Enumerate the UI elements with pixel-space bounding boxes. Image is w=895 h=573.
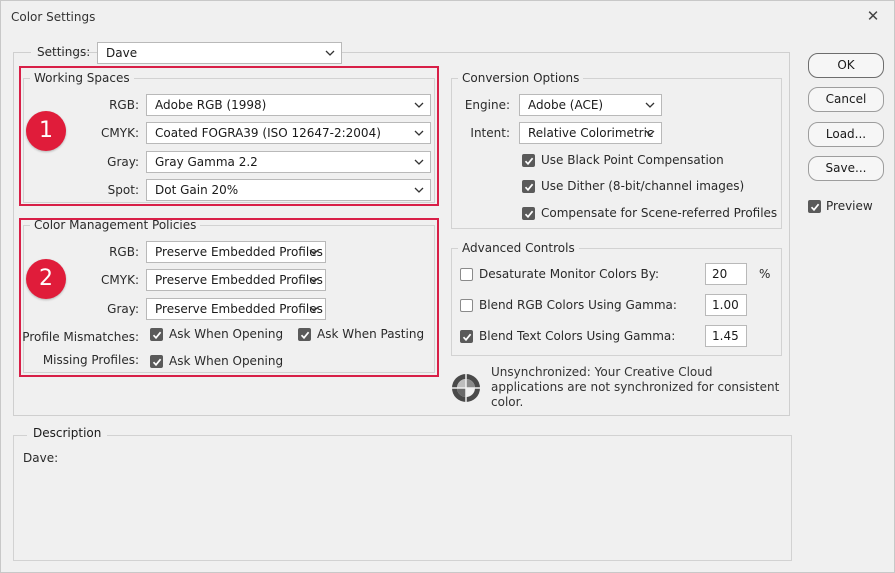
black-point-label: Use Black Point Compensation <box>541 153 724 167</box>
policy-rgb-label: RGB: <box>109 245 139 259</box>
ok-button[interactable]: OK <box>808 53 884 78</box>
description-frame <box>13 435 792 561</box>
preview-label: Preview <box>826 199 873 213</box>
chevron-down-icon <box>414 152 424 172</box>
policy-rgb-value: Preserve Embedded Profiles <box>155 245 323 259</box>
chevron-down-icon <box>309 270 319 290</box>
settings-select[interactable]: Dave <box>97 42 342 64</box>
settings-label: Settings: <box>37 45 91 59</box>
ws-cmyk-label: CMYK: <box>101 126 139 140</box>
close-icon[interactable]: ✕ <box>862 5 884 27</box>
missing-profiles-label: Missing Profiles: <box>42 353 139 367</box>
ask-pasting-checkbox[interactable] <box>298 328 311 341</box>
policy-rgb-select[interactable]: Preserve Embedded Profiles <box>146 241 326 263</box>
save-button[interactable]: Save... <box>808 156 884 181</box>
description-text: Dave: <box>23 451 59 465</box>
ws-rgb-select[interactable]: Adobe RGB (1998) <box>146 94 431 116</box>
black-point-checkbox[interactable] <box>522 154 535 167</box>
dither-checkbox[interactable] <box>522 180 535 193</box>
preview-checkbox[interactable] <box>808 200 821 213</box>
desaturate-input[interactable]: 20 <box>705 263 747 285</box>
chevron-down-icon <box>414 95 424 115</box>
desaturate-label: Desaturate Monitor Colors By: <box>479 267 660 281</box>
engine-label: Engine: <box>464 98 510 112</box>
ws-spot-label: Spot: <box>107 183 139 197</box>
sync-status-text: Unsynchronized: Your Creative Cloud appl… <box>491 365 780 409</box>
chevron-down-icon <box>325 43 335 63</box>
window-title: Color Settings <box>11 10 96 24</box>
dither-label: Use Dither (8-bit/channel images) <box>541 179 745 193</box>
chevron-down-icon <box>309 242 319 262</box>
chevron-down-icon <box>645 123 655 143</box>
blend-rgb-input[interactable]: 1.00 <box>705 294 747 316</box>
scene-referred-checkbox[interactable] <box>522 207 535 220</box>
cancel-button[interactable]: Cancel <box>808 87 884 112</box>
color-settings-dialog: Color Settings ✕ Settings: Dave Working … <box>0 0 895 573</box>
blend-rgb-checkbox[interactable] <box>460 299 473 312</box>
policy-cmyk-label: CMYK: <box>101 273 139 287</box>
ws-spot-value: Dot Gain 20% <box>155 183 239 197</box>
missing-ask-opening-checkbox[interactable] <box>150 355 163 368</box>
ws-gray-value: Gray Gamma 2.2 <box>155 155 258 169</box>
policy-cmyk-value: Preserve Embedded Profiles <box>155 273 323 287</box>
policy-gray-value: Preserve Embedded Profiles <box>155 302 323 316</box>
policy-gray-select[interactable]: Preserve Embedded Profiles <box>146 298 326 320</box>
blend-text-label: Blend Text Colors Using Gamma: <box>479 329 676 343</box>
settings-row: Settings: <box>31 42 90 64</box>
intent-value: Relative Colorimetric <box>528 126 654 140</box>
desaturate-unit: % <box>759 267 771 281</box>
chevron-down-icon <box>414 180 424 200</box>
ask-opening-checkbox[interactable] <box>150 328 163 341</box>
ws-cmyk-value: Coated FOGRA39 (ISO 12647-2:2004) <box>155 126 381 140</box>
advanced-controls-legend: Advanced Controls <box>462 241 575 255</box>
chevron-down-icon <box>309 299 319 319</box>
ws-gray-label: Gray: <box>107 155 139 169</box>
policy-gray-label: Gray: <box>107 302 139 316</box>
blend-rgb-label: Blend RGB Colors Using Gamma: <box>479 298 677 312</box>
policy-cmyk-select[interactable]: Preserve Embedded Profiles <box>146 269 326 291</box>
ask-pasting-label: Ask When Pasting <box>317 327 425 341</box>
color-sync-icon <box>450 372 482 404</box>
blend-text-checkbox[interactable] <box>460 330 473 343</box>
settings-value: Dave <box>106 46 138 60</box>
ws-cmyk-select[interactable]: Coated FOGRA39 (ISO 12647-2:2004) <box>146 122 431 144</box>
callout-badge-2: 2 <box>26 259 66 299</box>
ws-spot-select[interactable]: Dot Gain 20% <box>146 179 431 201</box>
engine-value: Adobe (ACE) <box>528 98 604 112</box>
load-button[interactable]: Load... <box>808 122 884 147</box>
blend-text-input[interactable]: 1.45 <box>705 325 747 347</box>
desaturate-checkbox[interactable] <box>460 268 473 281</box>
callout-badge-1: 1 <box>26 111 66 151</box>
missing-ask-opening-label: Ask When Opening <box>169 354 284 368</box>
intent-label: Intent: <box>470 126 510 140</box>
ws-rgb-value: Adobe RGB (1998) <box>155 98 267 112</box>
chevron-down-icon <box>414 123 424 143</box>
description-legend: Description <box>27 426 108 440</box>
ask-opening-label: Ask When Opening <box>169 327 284 341</box>
ws-rgb-label: RGB: <box>109 98 139 112</box>
conversion-options-legend: Conversion Options <box>462 71 580 85</box>
title-bar: Color Settings ✕ <box>1 1 894 33</box>
profile-mismatches-label: Profile Mismatches: <box>22 330 139 344</box>
scene-referred-label: Compensate for Scene-referred Profiles <box>541 206 778 220</box>
intent-select[interactable]: Relative Colorimetric <box>519 122 662 144</box>
engine-select[interactable]: Adobe (ACE) <box>519 94 662 116</box>
ws-gray-select[interactable]: Gray Gamma 2.2 <box>146 151 431 173</box>
chevron-down-icon <box>645 95 655 115</box>
